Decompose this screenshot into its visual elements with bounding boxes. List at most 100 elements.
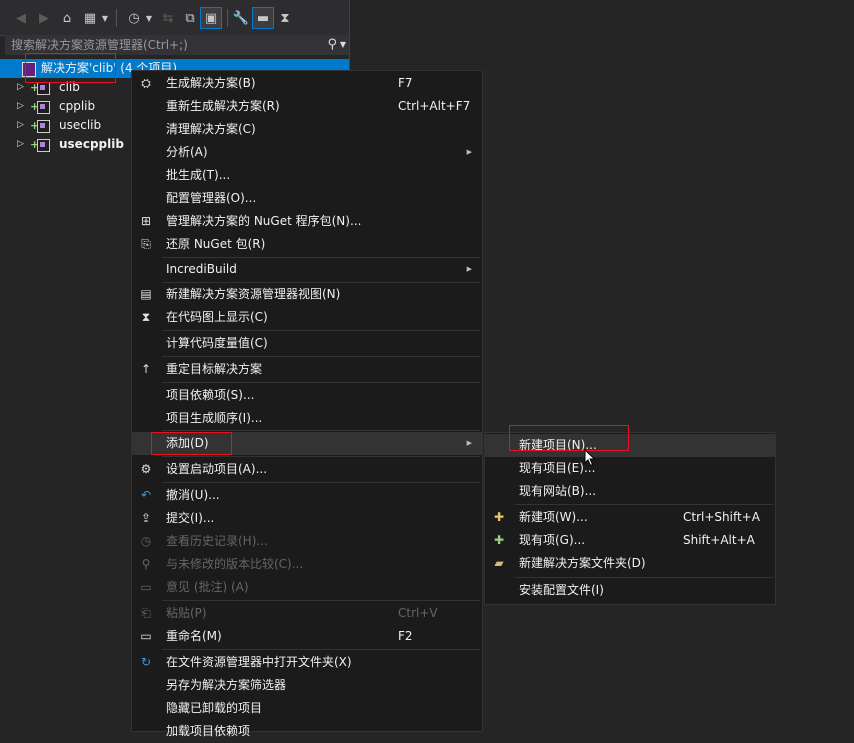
expand-triangle-icon[interactable]: ▷ <box>17 116 24 135</box>
solution-context-menu: ⛭ 生成解决方案(B) F7 重新生成解决方案(R) Ctrl+Alt+F7 清… <box>131 70 483 738</box>
menu-item-label: 安装配置文件(I) <box>519 583 604 597</box>
new-view-icon: ▤ <box>140 287 152 301</box>
back-icon[interactable]: ◀ <box>11 8 31 28</box>
menu-item-open-in-explorer[interactable]: ↻ 在文件资源管理器中打开文件夹(X) <box>132 651 482 674</box>
comment-icon: ▭ <box>140 580 152 594</box>
menu-item-rename[interactable]: ▭ 重命名(M) F2 <box>132 625 482 648</box>
submenu-item-new-item[interactable]: ✚ 新建项(W)... Ctrl+Shift+A <box>485 506 775 529</box>
menu-item-incredibuild[interactable]: IncrediBuild ▶ <box>132 258 482 281</box>
new-folder-icon: ▰ <box>494 556 504 570</box>
menu-item-shortcut: Ctrl+V <box>398 606 438 620</box>
forward-icon[interactable]: ▶ <box>34 8 54 28</box>
menu-item-new-explorer-view[interactable]: ▤ 新建解决方案资源管理器视图(N) <box>132 283 482 306</box>
menu-item-label: 粘贴(P) <box>166 606 207 620</box>
menu-separator <box>162 600 480 601</box>
history-icon: ◷ <box>140 534 152 548</box>
expand-triangle-icon[interactable]: ▷ <box>17 78 24 97</box>
add-submenu: 新建项目(N)... 现有项目(E)... 现有网站(B)... ✚ 新建项(W… <box>484 432 776 605</box>
compare-icon: ⚲ <box>141 557 151 571</box>
chevron-down-icon[interactable]: ▼ <box>99 8 111 28</box>
project-icon <box>37 101 50 114</box>
expand-triangle-icon[interactable]: ▷ <box>17 135 24 154</box>
menu-item-configuration-manager[interactable]: 配置管理器(O)... <box>132 187 482 210</box>
menu-item-add[interactable]: 添加(D) ▶ <box>132 432 482 455</box>
startup-project-label: usecpplib <box>59 137 124 151</box>
menu-item-label: 配置管理器(O)... <box>166 191 257 205</box>
menu-item-label: 与未修改的版本比较(C)... <box>166 557 304 571</box>
home-icon[interactable]: ⌂ <box>57 8 77 28</box>
switch-views-icon[interactable]: ▦ <box>80 8 100 28</box>
code-map-icon[interactable]: ⧗ <box>275 8 295 28</box>
menu-item-paste: ⎗ 粘贴(P) Ctrl+V <box>132 602 482 625</box>
menu-item-restore-nuget[interactable]: ⎘ 还原 NuGet 包(R) <box>132 233 482 256</box>
menu-separator <box>515 577 773 578</box>
collapse-all-icon[interactable]: ⧉ <box>180 8 200 28</box>
build-icon: ⛭ <box>141 76 151 90</box>
expand-triangle-icon[interactable]: ▷ <box>17 97 24 116</box>
menu-item-label: 管理解决方案的 NuGet 程序包(N)... <box>166 214 362 228</box>
menu-item-view-history: ◷ 查看历史记录(H)... <box>132 530 482 553</box>
menu-item-build-solution[interactable]: ⛭ 生成解决方案(B) F7 <box>132 72 482 95</box>
pending-changes-filter-icon[interactable]: ◷ <box>124 8 144 28</box>
paste-icon: ⎗ <box>141 606 151 620</box>
menu-item-shortcut: Ctrl+Alt+F7 <box>398 99 471 113</box>
arrow-up-icon: ↑ <box>140 362 152 376</box>
sync-icon[interactable]: ⇆ <box>158 8 178 28</box>
preview-selected-icon[interactable]: ▬ <box>252 7 274 29</box>
submenu-item-new-solution-folder[interactable]: ▰ 新建解决方案文件夹(D) <box>485 552 775 575</box>
menu-item-label: 新建项(W)... <box>519 510 588 524</box>
menu-item-label: 分析(A) <box>166 145 208 159</box>
menu-item-retarget-solution[interactable]: ↑ 重定目标解决方案 <box>132 358 482 381</box>
chevron-down-icon[interactable]: ▼ <box>340 35 346 55</box>
submenu-item-existing-item[interactable]: ✚ 现有项(G)... Shift+Alt+A <box>485 529 775 552</box>
solution-icon <box>22 62 36 77</box>
menu-separator <box>162 430 480 431</box>
menu-item-set-startup-projects[interactable]: ⚙ 设置启动项目(A)... <box>132 458 482 481</box>
menu-item-hide-unloaded[interactable]: 隐藏已卸载的项目 <box>132 697 482 720</box>
project-icon <box>37 139 50 152</box>
menu-item-label: 查看历史记录(H)... <box>166 534 268 548</box>
commit-icon: ⇪ <box>140 511 152 525</box>
menu-item-batch-build[interactable]: 批生成(T)... <box>132 164 482 187</box>
menu-item-shortcut: F7 <box>398 76 413 90</box>
search-placeholder: 搜索解决方案资源管理器(Ctrl+;) <box>11 38 188 52</box>
submenu-item-new-project[interactable]: 新建项目(N)... <box>485 434 775 457</box>
menu-item-analyze[interactable]: 分析(A) ▶ <box>132 141 482 164</box>
menu-item-label: 清理解决方案(C) <box>166 122 256 136</box>
show-all-files-icon[interactable]: ▣ <box>200 7 222 29</box>
menu-item-commit[interactable]: ⇪ 提交(I)... <box>132 507 482 530</box>
submenu-item-install-profile[interactable]: 安装配置文件(I) <box>485 579 775 602</box>
menu-item-clean-solution[interactable]: 清理解决方案(C) <box>132 118 482 141</box>
menu-item-label: 计算代码度量值(C) <box>166 336 268 350</box>
menu-item-shortcut: Shift+Alt+A <box>683 533 755 547</box>
existing-item-icon: ✚ <box>493 533 505 547</box>
gear-icon: ⚙ <box>140 462 152 476</box>
search-input[interactable]: 搜索解决方案资源管理器(Ctrl+;) ⚲ ▼ <box>5 35 349 55</box>
refresh-icon: ↻ <box>140 655 152 669</box>
menu-item-shortcut: Ctrl+Shift+A <box>683 510 760 524</box>
menu-item-show-on-code-map[interactable]: ⧗ 在代码图上显示(C) <box>132 306 482 329</box>
project-label: cpplib <box>59 99 96 113</box>
submenu-item-existing-website[interactable]: 现有网站(B)... <box>485 480 775 503</box>
menu-item-label: 现有项(G)... <box>519 533 586 547</box>
properties-wrench-icon[interactable]: 🔧 <box>231 8 251 28</box>
menu-item-manage-nuget[interactable]: ⊞ 管理解决方案的 NuGet 程序包(N)... <box>132 210 482 233</box>
menu-item-label: 在代码图上显示(C) <box>166 310 268 324</box>
menu-item-label: 设置启动项目(A)... <box>166 462 268 476</box>
menu-item-undo[interactable]: ↶ 撤消(U)... <box>132 484 482 507</box>
menu-separator <box>162 330 480 331</box>
search-icon[interactable]: ⚲ <box>327 35 337 55</box>
submenu-item-existing-project[interactable]: 现有项目(E)... <box>485 457 775 480</box>
menu-item-label: IncrediBuild <box>166 262 237 276</box>
menu-item-project-build-order[interactable]: 项目生成顺序(I)... <box>132 407 482 430</box>
menu-item-label: 还原 NuGet 包(R) <box>166 237 266 251</box>
menu-item-rebuild-solution[interactable]: 重新生成解决方案(R) Ctrl+Alt+F7 <box>132 95 482 118</box>
menu-item-calculate-metrics[interactable]: 计算代码度量值(C) <box>132 332 482 355</box>
chevron-down-icon[interactable]: ▼ <box>143 8 155 28</box>
menu-item-project-dependencies[interactable]: 项目依赖项(S)... <box>132 384 482 407</box>
submenu-arrow-icon: ▶ <box>466 439 472 447</box>
menu-separator <box>162 456 480 457</box>
project-label: clib <box>59 80 80 94</box>
menu-item-save-as-filter[interactable]: 另存为解决方案筛选器 <box>132 674 482 697</box>
menu-item-label: 项目生成顺序(I)... <box>166 411 263 425</box>
